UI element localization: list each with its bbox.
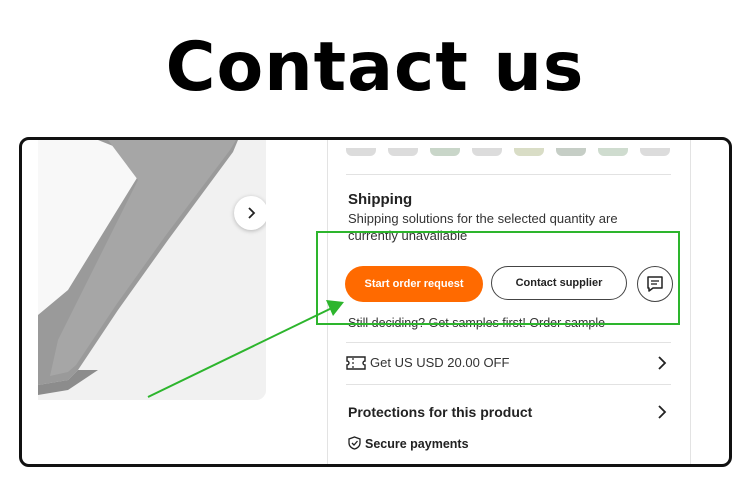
pointer-arrow	[147, 300, 344, 398]
